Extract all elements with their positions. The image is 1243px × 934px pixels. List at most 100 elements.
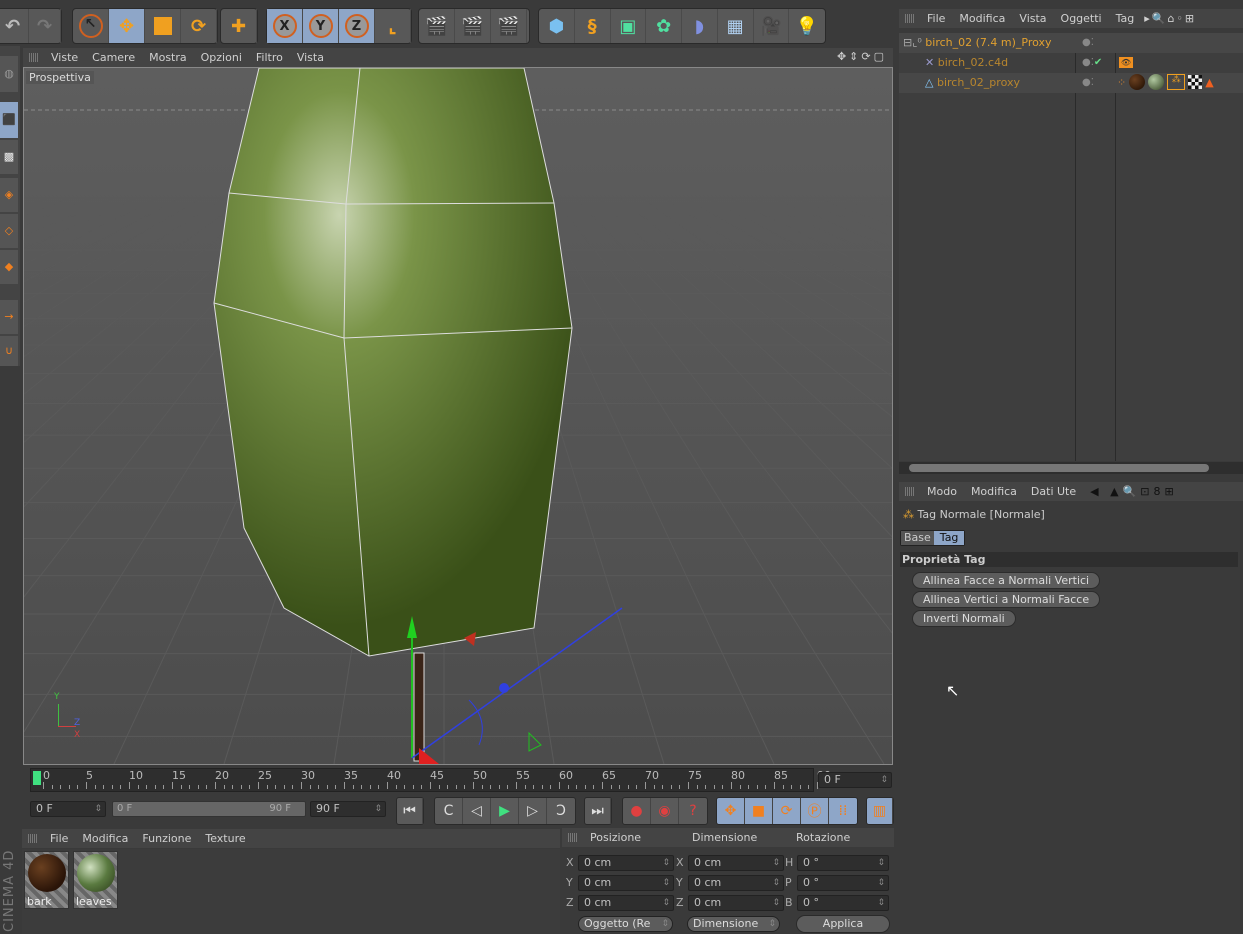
points-mode-icon[interactable]: ◈ <box>0 178 18 212</box>
play-icon[interactable]: ▶ <box>491 798 519 824</box>
snap-magnet-icon[interactable]: ∪ <box>0 336 18 366</box>
prev-key-icon[interactable]: C <box>435 798 463 824</box>
record-key-icon[interactable]: ● <box>623 798 651 824</box>
workplane-icon[interactable]: ◍ <box>0 56 18 92</box>
keyframe-selection-icon[interactable]: ? <box>679 798 707 824</box>
uvw-tag-icon[interactable] <box>1188 75 1203 89</box>
coordinate-system-icon[interactable]: ⌞ <box>375 9 411 43</box>
key-position-icon[interactable]: ✥ <box>717 798 745 824</box>
viewport-perspective[interactable]: Prospettiva Y Z X <box>23 67 893 765</box>
menu-texture[interactable]: Texture <box>205 832 245 845</box>
menu-viste[interactable]: Viste <box>51 51 78 64</box>
current-frame-field[interactable]: 0 F <box>818 772 892 788</box>
camera-icon[interactable]: 🎥 <box>754 9 790 43</box>
render-view-icon[interactable]: 🎬 <box>419 9 455 43</box>
coord-field[interactable]: 0 ° <box>797 895 889 911</box>
next-frame-icon[interactable]: ▷ <box>519 798 547 824</box>
axis-x-button[interactable]: X <box>267 9 303 43</box>
next-key-icon[interactable]: Ↄ <box>547 798 575 824</box>
apply-button[interactable]: Applica <box>796 915 890 933</box>
size-mode-select[interactable]: Dimensione <box>687 916 780 932</box>
leaves-material-tag[interactable] <box>1148 74 1165 90</box>
key-scale-icon[interactable]: ■ <box>745 798 773 824</box>
texture-mode-icon[interactable]: ▩ <box>0 140 18 174</box>
goto-start-button[interactable]: ⏮ <box>396 797 424 825</box>
menu-dati-utente[interactable]: Dati Ute <box>1031 485 1076 498</box>
start-frame-field[interactable]: 0 F <box>30 801 106 817</box>
menu-modifica[interactable]: Modifica <box>959 12 1005 25</box>
light-icon[interactable]: 💡 <box>789 9 825 43</box>
menu-camere[interactable]: Camere <box>92 51 135 64</box>
tab-base[interactable]: Base <box>901 531 934 545</box>
undo-icon[interactable]: ↶ <box>0 9 29 43</box>
object-row[interactable]: ⊟⌞⁰ birch_02 (7.4 m)_Proxy <box>899 33 1075 53</box>
end-frame-field[interactable]: 90 F <box>310 801 386 817</box>
phong-tag-icon[interactable]: ⁘ <box>1117 76 1126 89</box>
menu-file[interactable]: File <box>50 832 68 845</box>
scrollbar-thumb[interactable] <box>909 464 1209 472</box>
autokey-icon[interactable]: ◉ <box>651 798 679 824</box>
menu-tag[interactable]: Tag <box>1116 12 1135 25</box>
coord-field[interactable]: 0 cm <box>688 875 784 891</box>
am-nav-icons[interactable]: ◀ ▲🔍⊡8⊞ <box>1090 485 1178 498</box>
bark-material-tag[interactable] <box>1129 74 1146 90</box>
move-icon[interactable]: ✥ <box>109 9 145 43</box>
coord-field[interactable]: 0 cm <box>578 895 674 911</box>
goto-end-button[interactable]: ⏭ <box>584 797 612 825</box>
menu-file[interactable]: File <box>927 12 945 25</box>
key-parameter-icon[interactable]: Ⓟ <box>801 798 829 824</box>
material-leaves[interactable]: leaves <box>73 851 118 909</box>
rotate-icon[interactable]: ⟳ <box>181 9 217 43</box>
coord-field[interactable]: 0 cm <box>578 855 674 871</box>
prev-frame-icon[interactable]: ◁ <box>463 798 491 824</box>
om-toolbar-icons[interactable]: ▸🔍⌂◦⊞ <box>1144 12 1196 25</box>
null-object-icon[interactable]: ⊟⌞⁰ <box>903 36 922 49</box>
material-bark[interactable]: bark <box>24 851 69 909</box>
menu-mostra[interactable]: Mostra <box>149 51 187 64</box>
viewport-nav-icons[interactable]: ✥⇕⟳▢ <box>837 50 887 63</box>
add-icon[interactable]: ✚ <box>221 9 257 43</box>
menu-opzioni[interactable]: Opzioni <box>201 51 242 64</box>
timeline-window-button[interactable]: ▥ <box>866 797 894 825</box>
align-vertices-to-face-normals-button[interactable]: Allinea Vertici a Normali Facce <box>912 591 1101 608</box>
timeline-ruler[interactable]: 051015202530354045505560657075808590 <box>30 768 831 792</box>
floor-icon[interactable]: ▦ <box>718 9 754 43</box>
polygons-mode-icon[interactable]: ◆ <box>0 250 18 284</box>
cloner-icon[interactable]: ✿ <box>646 9 682 43</box>
live-selection-icon[interactable]: ↖ <box>73 9 109 43</box>
menu-modifica[interactable]: Modifica <box>82 832 128 845</box>
axis-y-button[interactable]: Y <box>303 9 339 43</box>
render-settings-icon[interactable]: 🎬 <box>491 9 527 43</box>
coord-field[interactable]: 0 cm <box>578 875 674 891</box>
visibility-dots[interactable]: ●⁚ ●⁚✔ ●⁚ <box>1082 33 1102 93</box>
deformer-icon[interactable]: ◗ <box>682 9 718 43</box>
menu-filtro[interactable]: Filtro <box>256 51 283 64</box>
subdivision-surface-icon[interactable]: ▣ <box>611 9 647 43</box>
tab-tag[interactable]: Tag <box>933 531 965 545</box>
menu-funzione[interactable]: Funzione <box>142 832 191 845</box>
axis-z-button[interactable]: Z <box>339 9 375 43</box>
polygon-selection-tag-icon[interactable]: ▲ <box>1205 76 1213 89</box>
align-faces-to-vertex-normals-button[interactable]: Allinea Facce a Normali Vertici <box>912 572 1101 589</box>
key-pla-icon[interactable]: ⁞⁞ <box>829 798 857 824</box>
object-manager-scrollbar[interactable] <box>899 462 1243 474</box>
key-rotation-icon[interactable]: ⟳ <box>773 798 801 824</box>
cube-icon[interactable]: ⬢ <box>539 9 575 43</box>
edges-mode-icon[interactable]: ◇ <box>0 214 18 248</box>
menu-oggetti[interactable]: Oggetti <box>1061 12 1102 25</box>
menu-modifica[interactable]: Modifica <box>971 485 1017 498</box>
coord-field[interactable]: 0 ° <box>797 875 889 891</box>
menu-modo[interactable]: Modo <box>927 485 957 498</box>
coord-field[interactable]: 0 cm <box>688 855 784 871</box>
model-mode-icon[interactable]: ⬛ <box>0 102 18 138</box>
object-row[interactable]: △ birch_02_proxy <box>899 73 1075 93</box>
coord-field[interactable]: 0 ° <box>797 855 889 871</box>
preview-range-slider[interactable]: 0 F 90 F <box>112 801 306 817</box>
object-row[interactable]: ✕ birch_02.c4d <box>899 53 1075 73</box>
scale-icon[interactable] <box>145 9 181 43</box>
coord-field[interactable]: 0 cm <box>688 895 784 911</box>
normal-tag-icon[interactable]: ⁂ <box>1167 74 1186 90</box>
coordinate-mode-select[interactable]: Oggetto (Re <box>578 916 673 932</box>
spline-pen-icon[interactable]: § <box>575 9 611 43</box>
invert-normals-button[interactable]: Inverti Normali <box>912 610 1016 627</box>
